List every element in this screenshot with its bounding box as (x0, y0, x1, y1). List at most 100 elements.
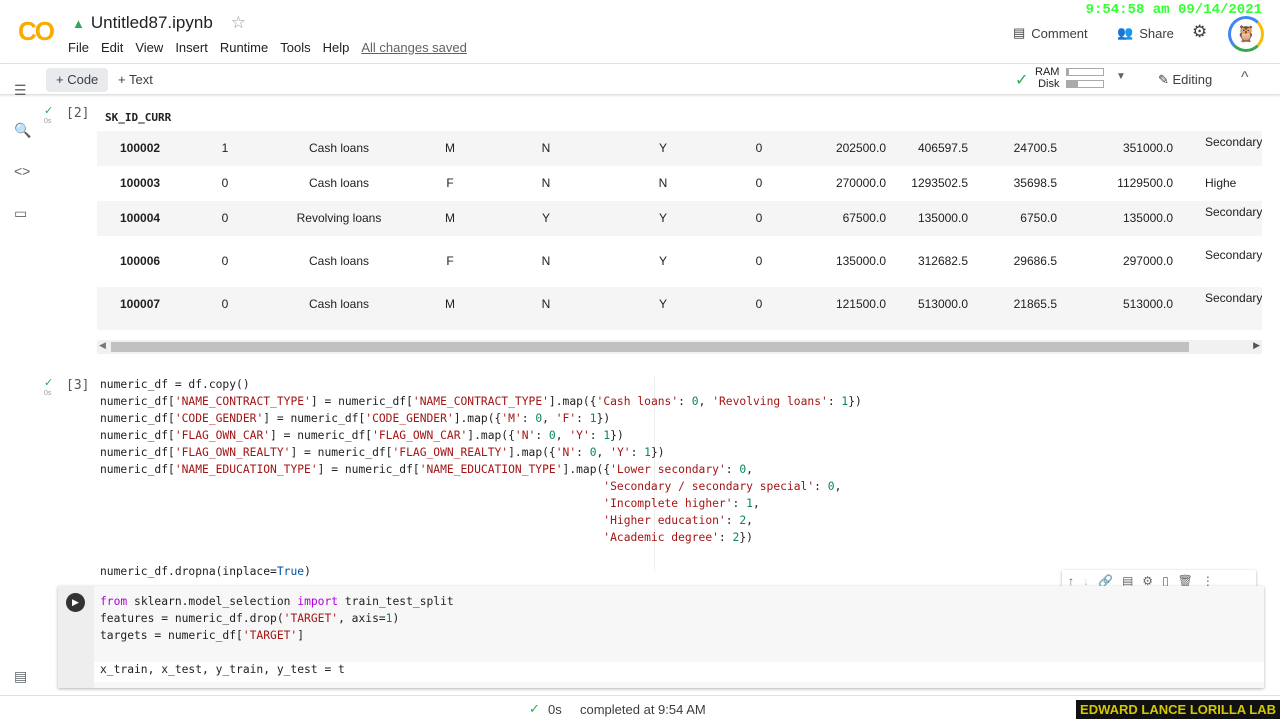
menu-tools[interactable]: Tools (280, 40, 310, 55)
settings-gear-icon[interactable]: ⚙ (1192, 22, 1207, 42)
toc-icon[interactable]: ☰ (14, 82, 27, 99)
run-cell-button[interactable]: ▶ (66, 593, 85, 612)
table-cell: 100002 (120, 141, 161, 155)
table-cell: 35698.5 (1013, 176, 1057, 190)
add-code-button[interactable]: + Code (46, 68, 109, 92)
menu-edit[interactable]: Edit (101, 40, 123, 55)
table-cell: Cash loans (308, 254, 370, 268)
table-cell: 297000.0 (1122, 254, 1173, 268)
terminal-icon[interactable]: ▤ (14, 668, 27, 685)
status-duration: 0s (548, 702, 562, 717)
editing-mode-button[interactable]: ✎ Editing (1148, 68, 1222, 92)
cell-exec-count: [3] (66, 378, 90, 393)
table-cell: 513000.0 (917, 297, 968, 311)
menu-help[interactable]: Help (323, 40, 350, 55)
table-row: 100004 0 Revolving loans M Y Y 0 67500.0 135000.… (97, 201, 1262, 236)
table-cell: Y (541, 211, 551, 225)
table-cell: Y (658, 254, 668, 268)
code-editor-cell4[interactable]: from sklearn.model_selection import trai… (100, 593, 454, 678)
table-cell: Y (658, 297, 668, 311)
search-icon[interactable]: 🔍 (14, 122, 31, 139)
table-cell: 100003 (120, 176, 161, 190)
cell-exec-count: [2] (66, 106, 90, 121)
table-cell: 21865.5 (1013, 297, 1057, 311)
collapse-header-icon[interactable]: ^ (1241, 69, 1249, 87)
table-cell: 0 (221, 176, 229, 190)
clock-overlay: 9:54:58 am 09/14/2021 (1085, 2, 1262, 18)
left-sidebar: ☰ 🔍 <> ▭ ▤ (0, 82, 44, 695)
notebook-title[interactable]: ▲ Untitled87.ipynb ☆ (72, 13, 246, 33)
comment-button[interactable]: ▤ Comment (1013, 25, 1088, 41)
files-folder-icon[interactable]: ▭ (14, 205, 27, 222)
cell-exec-time: 0s (44, 118, 52, 125)
table-cell: Cash loans (308, 176, 370, 190)
resources-dropdown-icon[interactable]: ▼ (1116, 71, 1126, 82)
table-cell: 0 (755, 176, 763, 190)
table-row: 100006 0 Cash loans F N Y 0 135000.0 312682.5 296… (97, 244, 1262, 287)
table-cell: 202500.0 (835, 141, 886, 155)
menu-runtime[interactable]: Runtime (220, 40, 268, 55)
table-cell: M (445, 297, 455, 311)
connected-check-icon: ✓ (1015, 72, 1029, 89)
table-cell: 312682.5 (917, 254, 968, 268)
table-cell: Secondary / (1205, 135, 1262, 149)
table-cell: 1129500.0 (1117, 176, 1173, 190)
colab-logo[interactable]: CO (18, 16, 55, 47)
table-cell: 1293502.5 (911, 176, 968, 190)
table-cell: M (445, 211, 455, 225)
table-cell: 1 (221, 141, 229, 155)
table-cell: 0 (755, 141, 763, 155)
table-cell: Secondary / (1205, 205, 1262, 219)
save-status-link[interactable]: All changes saved (361, 40, 467, 55)
disk-bar (1066, 80, 1104, 88)
table-cell: F (446, 254, 454, 268)
editing-label: Editing (1172, 72, 1213, 87)
table-cell: 0 (755, 297, 763, 311)
share-button[interactable]: 👥 Share (1117, 25, 1174, 41)
menu-view[interactable]: View (135, 40, 163, 55)
table-cell: 24700.5 (1013, 141, 1057, 155)
comment-label: Comment (1031, 25, 1088, 41)
cell-success-icon: ✓ (44, 105, 54, 117)
table-cell: Highe (1205, 176, 1237, 190)
user-avatar[interactable]: 🦉 (1228, 16, 1264, 52)
ram-bar (1066, 68, 1104, 76)
table-cell: 135000.0 (917, 211, 968, 225)
table-cell: Secondary / (1205, 248, 1262, 262)
table-cell: N (658, 176, 668, 190)
table-cell: 0 (755, 254, 763, 268)
comment-icon: ▤ (1013, 25, 1026, 40)
cell-exec-time: 0s (44, 390, 52, 397)
code-snippets-icon[interactable]: <> (14, 163, 30, 179)
table-cell: 67500.0 (842, 211, 886, 225)
menu-file[interactable]: File (68, 40, 89, 55)
code-editor-cell3[interactable]: numeric_df = df.copy() numeric_df['NAME_… (100, 376, 862, 580)
status-text[interactable]: completed at 9:54 AM (580, 702, 706, 717)
resources-indicator[interactable]: RAM Disk (1035, 66, 1059, 90)
table-cell: Cash loans (308, 141, 370, 155)
drive-icon: ▲ (72, 15, 85, 31)
title-text[interactable]: Untitled87.ipynb (91, 13, 213, 33)
table-cell: Secondary / (1205, 291, 1262, 305)
table-cell: 135000.0 (835, 254, 886, 268)
star-icon[interactable]: ☆ (231, 13, 246, 33)
ram-label: RAM (1035, 66, 1060, 78)
menu-insert[interactable]: Insert (175, 40, 208, 55)
table-cell: 270000.0 (835, 176, 886, 190)
horizontal-scrollbar[interactable]: ◀ ▶ (97, 340, 1262, 354)
table-row: 100002 1 Cash loans M N Y 0 202500.0 406597.5 247… (97, 131, 1262, 166)
add-text-button[interactable]: + Text (108, 68, 163, 92)
table-cell: F (446, 176, 454, 190)
table-cell: 513000.0 (1122, 297, 1173, 311)
people-icon: 👥 (1117, 25, 1134, 40)
table-cell: 0 (221, 254, 229, 268)
dataframe-output: SK_ID_CURR 100002 1 Cash loans M N Y 0 202500.0… (97, 100, 1262, 340)
table-row: 100003 0 Cash loans F N N 0 270000.0 1293502.5 35… (97, 166, 1262, 201)
table-cell: N (541, 297, 551, 311)
cell-success-icon: ✓ (44, 377, 54, 389)
table-cell: 406597.5 (917, 141, 968, 155)
table-cell: 121500.0 (835, 297, 886, 311)
table-cell: 29686.5 (1013, 254, 1057, 268)
table-cell: Revolving loans (296, 211, 382, 225)
table-row: 100007 0 Cash loans M N Y 0 121500.0 513000.0 218… (97, 287, 1262, 330)
